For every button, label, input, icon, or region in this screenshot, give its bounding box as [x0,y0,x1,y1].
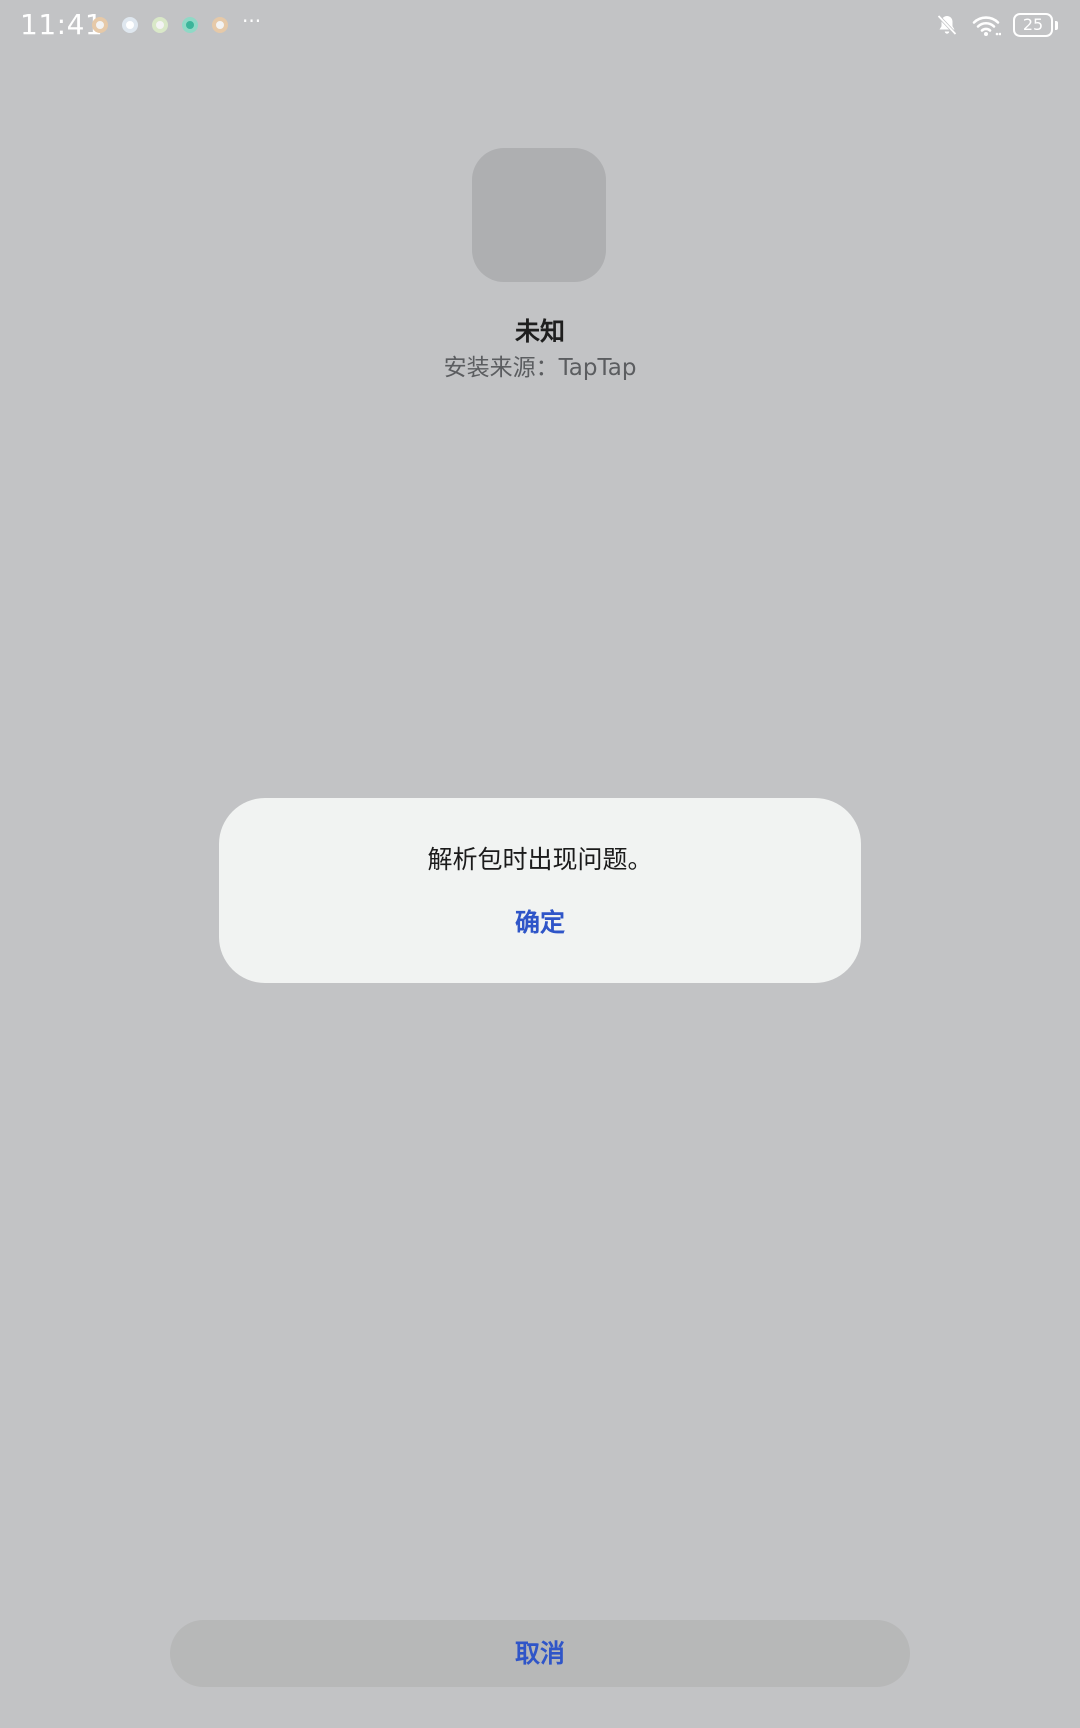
app-icon-placeholder [472,148,606,282]
system-status: 25 [935,13,1058,37]
security-app-icon [182,17,198,33]
notification-icons: ··· [92,9,262,33]
wifi-icon [971,13,1001,37]
more-notifications-icon: ··· [242,9,262,33]
tiktok-icon [122,17,138,33]
app-name: 未知 [514,317,565,346]
mute-icon [935,13,959,37]
battery-level: 25 [1022,15,1044,34]
wechat-icon [152,17,168,33]
battery-cap [1055,20,1058,30]
install-source: 安装来源：TapTap [443,355,637,381]
mi-store-icon [212,17,228,33]
cancel-button[interactable]: 取消 [170,1620,910,1687]
status-bar: 11:41 ··· 25 [0,0,1080,54]
parse-error-dialog: 解析包时出现问题。 确定 [219,798,861,983]
dialog-message: 解析包时出现问题。 [427,845,653,874]
confirm-button[interactable]: 确定 [440,898,640,948]
mi-store-icon [92,17,108,33]
status-time: 11:41 [20,8,104,41]
battery-icon: 25 [1013,13,1053,37]
